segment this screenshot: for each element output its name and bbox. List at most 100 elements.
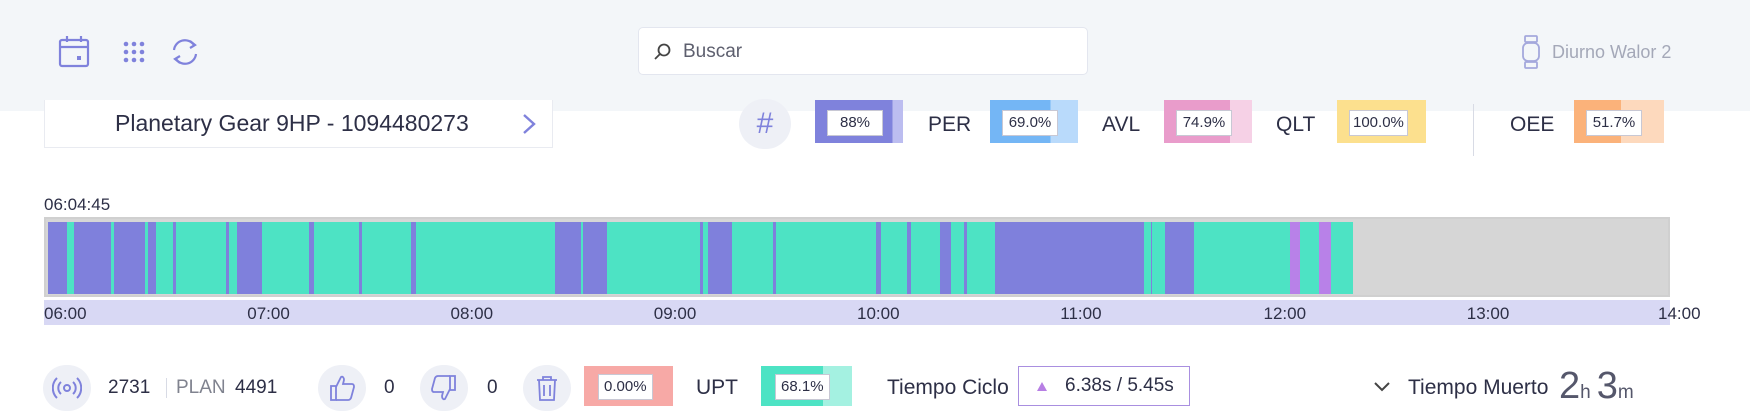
timeline-segment-run[interactable] bbox=[910, 222, 940, 294]
timeline-segment-stop[interactable] bbox=[582, 222, 608, 294]
timeline-segment-run[interactable] bbox=[732, 222, 773, 294]
calendar-icon[interactable] bbox=[55, 33, 93, 71]
timeline-segment-run[interactable] bbox=[1152, 222, 1166, 294]
timeline-tick-label: 06:00 bbox=[44, 304, 87, 323]
timeline-tick-label: 12:00 bbox=[1263, 304, 1307, 323]
trash-button[interactable] bbox=[523, 365, 571, 411]
production-timeline[interactable] bbox=[44, 217, 1670, 297]
timeline-segment-stop[interactable] bbox=[1165, 222, 1195, 294]
search-box[interactable] bbox=[638, 27, 1088, 76]
timeline-segment-run[interactable] bbox=[362, 222, 411, 294]
timeline-tick-label: 10:00 bbox=[857, 304, 900, 323]
timeline-tick-label: 14:00 bbox=[1658, 304, 1701, 323]
cycle-time-value: 6.38s / 5.45s bbox=[1065, 375, 1174, 396]
upt-bar: 68.1% bbox=[761, 366, 852, 406]
timeline-start-time: 06:04:45 bbox=[44, 195, 111, 214]
timeline-segment-run[interactable] bbox=[881, 222, 908, 294]
timeline-tick-label: 08:00 bbox=[450, 304, 494, 323]
user-name: Diurno Walor 2 bbox=[1552, 41, 1672, 62]
timeline-segment-run[interactable] bbox=[1299, 222, 1320, 294]
dead-time-minutes-unit: m bbox=[1617, 382, 1634, 403]
dead-time-label[interactable]: Tiempo Muerto bbox=[1408, 376, 1548, 400]
kpi-avl-bar: 74.9% bbox=[1164, 100, 1252, 143]
timeline-segment-stop[interactable] bbox=[73, 222, 111, 294]
kpi-first-bar: 88% bbox=[815, 100, 903, 143]
upt-value: 68.1% bbox=[775, 374, 830, 400]
thumbs-down-icon bbox=[431, 375, 456, 401]
search-icon bbox=[654, 43, 671, 60]
timeline-segment-stop[interactable] bbox=[114, 222, 145, 294]
product-name: Planetary Gear 9HP - 1094480273 bbox=[115, 110, 469, 136]
kpi-avl-value: 74.9% bbox=[1176, 110, 1232, 136]
user-menu[interactable]: Diurno Walor 2 bbox=[1520, 34, 1671, 70]
cycle-time-label: Tiempo Ciclo bbox=[887, 376, 1009, 399]
timeline-segment-run[interactable] bbox=[156, 222, 173, 294]
signal-icon bbox=[52, 377, 82, 399]
kpi-oee-bar: 51.7% bbox=[1574, 100, 1664, 143]
timeline-tick-label: 07:00 bbox=[247, 304, 290, 323]
top-bar: Diurno Walor 2 bbox=[0, 0, 1750, 111]
timeline-tick-label: 13:00 bbox=[1466, 304, 1510, 323]
dead-time-value: 2h 3m bbox=[1559, 365, 1640, 408]
timeline-segment-stop[interactable] bbox=[707, 222, 733, 294]
timeline-segment-run[interactable] bbox=[229, 222, 238, 294]
timeline-segment-run[interactable] bbox=[261, 222, 309, 294]
timeline-segment-run[interactable] bbox=[775, 222, 877, 294]
trash-icon bbox=[537, 376, 557, 401]
plan-divider bbox=[166, 378, 167, 398]
dead-time-hours-unit: h bbox=[1580, 382, 1591, 403]
kpi-oee-label: OEE bbox=[1510, 113, 1555, 136]
kpi-divider bbox=[1473, 104, 1474, 156]
count-value: 2731 bbox=[108, 377, 151, 398]
kpi-qlt-value: 100.0% bbox=[1349, 110, 1408, 136]
thumbs-down-button[interactable] bbox=[420, 365, 468, 411]
timeline-segment-stop[interactable] bbox=[237, 222, 262, 294]
kpi-qlt-bar: 100.0% bbox=[1337, 100, 1426, 143]
scrap-percent-value: 0.00% bbox=[598, 374, 653, 400]
bad-count: 0 bbox=[487, 377, 498, 398]
search-input[interactable] bbox=[681, 28, 1075, 76]
dead-time-minutes: 3 bbox=[1596, 365, 1618, 407]
kpi-avl-label: AVL bbox=[1102, 113, 1141, 136]
timeline-segment-other[interactable] bbox=[1290, 222, 1300, 294]
product-selector[interactable]: Planetary Gear 9HP - 1094480273 bbox=[44, 100, 553, 148]
timeline-segment-stop[interactable] bbox=[555, 222, 582, 294]
timeline-tick-label: 11:00 bbox=[1060, 304, 1102, 323]
hash-icon[interactable]: # bbox=[739, 99, 791, 149]
plan-label: PLAN bbox=[176, 377, 226, 398]
triangle-up-icon bbox=[1037, 381, 1047, 391]
timeline-segment-run[interactable] bbox=[1330, 222, 1354, 294]
thumbs-up-icon bbox=[330, 375, 355, 401]
kpi-first-value: 88% bbox=[827, 110, 883, 136]
cycle-time-box[interactable]: 6.38s / 5.45s bbox=[1018, 366, 1190, 406]
timeline-segment-stop[interactable] bbox=[47, 222, 68, 294]
upt-label: UPT bbox=[696, 376, 738, 399]
timeline-segment-run[interactable] bbox=[607, 222, 700, 294]
timeline-segment-run[interactable] bbox=[415, 222, 556, 294]
kpi-per-value: 69.0% bbox=[1002, 110, 1058, 136]
refresh-icon[interactable] bbox=[166, 33, 204, 71]
chevron-down-icon[interactable] bbox=[1372, 379, 1392, 395]
timeline-segment-run[interactable] bbox=[1194, 222, 1291, 294]
timeline-segment-run[interactable] bbox=[951, 222, 965, 294]
timeline-segment-stop[interactable] bbox=[994, 222, 1145, 294]
timeline-segment-run[interactable] bbox=[175, 222, 227, 294]
kpi-per-bar: 69.0% bbox=[990, 100, 1078, 143]
watch-icon bbox=[1522, 35, 1540, 69]
timeline-segment-run[interactable] bbox=[967, 222, 995, 294]
kpi-per-label: PER bbox=[928, 113, 972, 136]
kpi-qlt-label: QLT bbox=[1276, 113, 1316, 136]
timeline-segment-stop[interactable] bbox=[939, 222, 952, 294]
sensor-button[interactable] bbox=[43, 365, 91, 411]
scrap-percent-box: 0.00% bbox=[584, 366, 673, 406]
dead-time-hours: 2 bbox=[1559, 365, 1581, 407]
timeline-tick-label: 09:00 bbox=[653, 304, 697, 323]
timeline-segment-other[interactable] bbox=[1320, 222, 1331, 294]
grid-icon[interactable] bbox=[115, 33, 153, 71]
chevron-right-icon[interactable] bbox=[518, 112, 540, 136]
kpi-oee-value: 51.7% bbox=[1586, 110, 1642, 136]
good-count: 0 bbox=[384, 377, 395, 398]
plan-value: 4491 bbox=[235, 377, 278, 398]
timeline-segment-run[interactable] bbox=[313, 222, 360, 294]
thumbs-up-button[interactable] bbox=[318, 365, 366, 411]
